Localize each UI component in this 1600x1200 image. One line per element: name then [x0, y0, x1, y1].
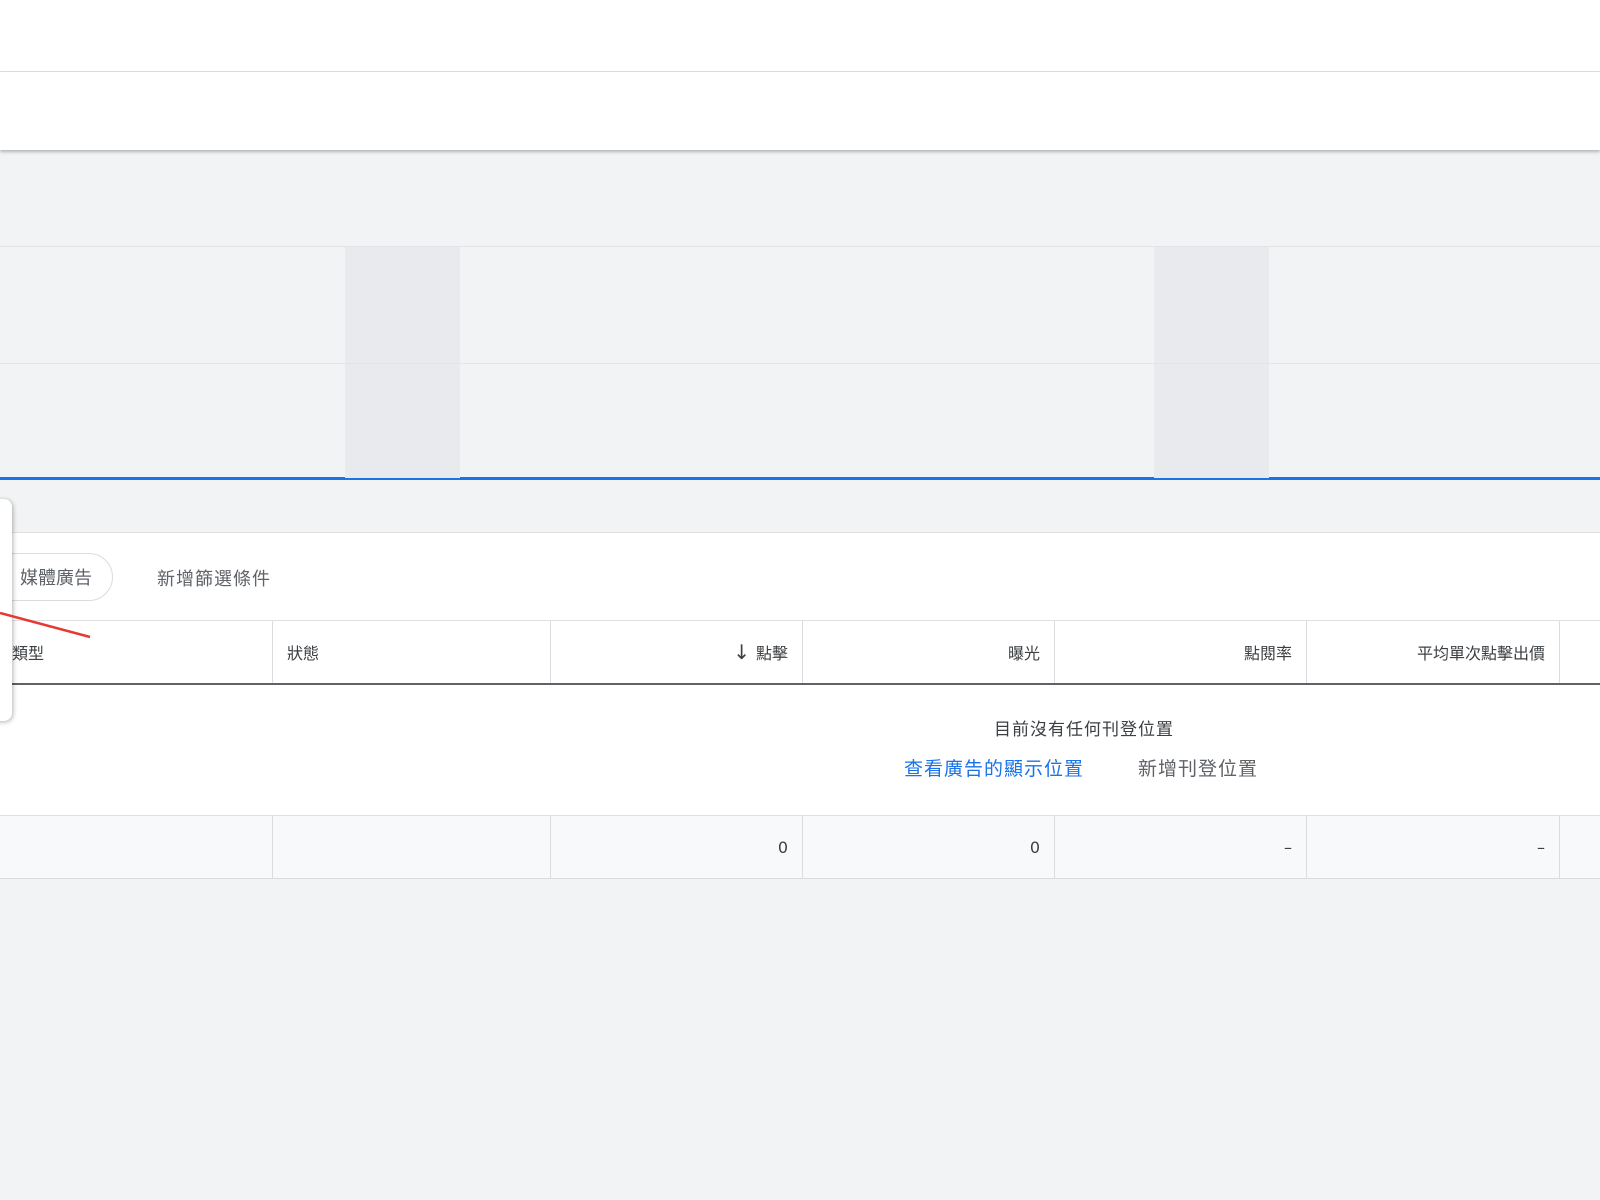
column-header-impressions[interactable]: 曝光 — [803, 621, 1055, 683]
column-header-ctr[interactable]: 點閱率 — [1055, 621, 1307, 683]
annotation-arrow — [0, 611, 91, 639]
filter-chip-label: 媒體廣告 — [20, 568, 92, 589]
performance-chart — [0, 246, 1600, 480]
view-ad-placements-link[interactable]: 查看廣告的顯示位置 — [904, 754, 1084, 781]
annotation-arrow-line — [0, 611, 91, 639]
filter-bar: 媒體廣告 新增篩選條件 — [0, 533, 1600, 621]
column-header-avg-cpc[interactable]: 平均單次點擊出價 — [1307, 621, 1560, 683]
empty-state-message: 目前沒有任何刊登位置 — [994, 720, 1174, 740]
chart-gridline — [0, 363, 1600, 364]
empty-state: 目前沒有任何刊登位置 查看廣告的顯示位置 新增刊登位置 — [0, 685, 1600, 815]
column-header-label: 曝光 — [1007, 644, 1040, 663]
total-cell-ctr: – — [1055, 816, 1307, 878]
total-cell-clicks: 0 — [551, 816, 803, 878]
total-cell-overflow — [1560, 816, 1600, 878]
total-cell-impressions: 0 — [803, 816, 1055, 878]
column-header-label: 點閱率 — [1243, 644, 1292, 663]
column-header-label: 平均單次點擊出價 — [1416, 644, 1545, 663]
total-cell-avg-cpc: – — [1307, 816, 1560, 878]
column-header-label: 類型 — [12, 644, 45, 663]
totals-row: 0 0 – – — [0, 815, 1600, 879]
top-header-bar — [0, 0, 1600, 72]
toolbar-bar — [0, 72, 1600, 150]
column-header-label: 點擊 — [755, 644, 788, 663]
add-filter-button[interactable]: 新增篩選條件 — [157, 565, 271, 591]
arrow-down-icon: ↓ — [733, 640, 750, 664]
column-header-status[interactable]: 狀態 — [273, 621, 551, 683]
column-header-clicks[interactable]: ↓ 點擊 — [551, 621, 803, 683]
total-cell-type — [0, 816, 273, 878]
add-placement-link[interactable]: 新增刊登位置 — [1138, 754, 1258, 781]
table-header-row: 類型 狀態 ↓ 點擊 曝光 點閱率 平均單次點擊出價 — [0, 621, 1600, 685]
column-header-overflow — [1560, 621, 1600, 683]
filter-chip[interactable]: 媒體廣告 — [0, 553, 113, 601]
placements-table-card: 媒體廣告 新增篩選條件 類型 狀態 ↓ 點擊 曝光 點閱率 平均單次點擊出價 目… — [0, 532, 1600, 879]
total-cell-status — [273, 816, 551, 878]
column-header-label: 狀態 — [287, 644, 320, 663]
